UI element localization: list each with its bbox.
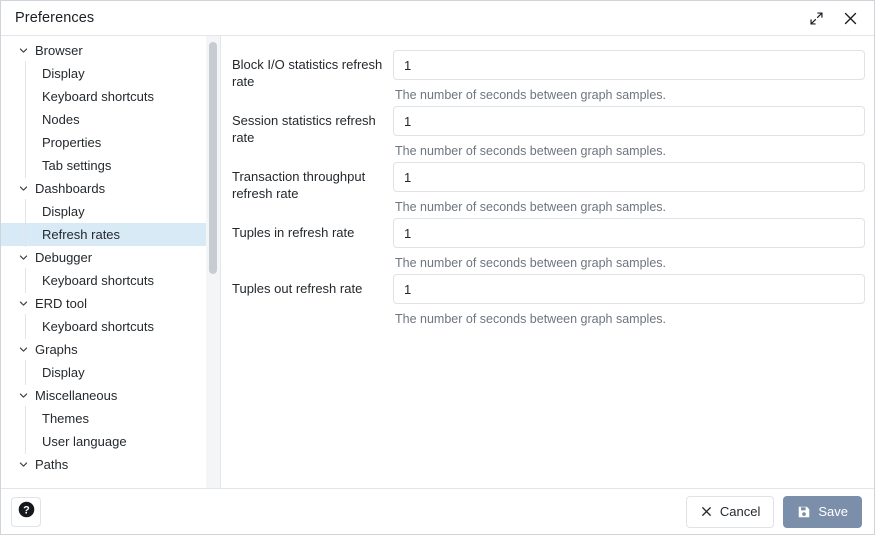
field-control: The number of seconds between graph samp… (393, 274, 865, 327)
sidebar-item-display[interactable]: Display (1, 361, 206, 384)
refresh-rate-input[interactable] (393, 162, 865, 192)
form-row: Block I/O statistics refresh rateThe num… (231, 50, 865, 103)
sidebar-item-label: Debugger (35, 250, 92, 265)
sidebar-scrollbar-track[interactable] (206, 36, 220, 488)
refresh-rate-input[interactable] (393, 218, 865, 248)
field-label: Session statistics refresh rate (231, 106, 393, 146)
sidebar-item-label: Keyboard shortcuts (42, 273, 154, 288)
svg-text:?: ? (23, 504, 30, 516)
field-label: Transaction throughput refresh rate (231, 162, 393, 202)
sidebar-scrollbar-thumb[interactable] (209, 42, 217, 274)
sidebar-item-label: Graphs (35, 342, 78, 357)
sidebar-item-label: Display (42, 365, 85, 380)
sidebar-item-label: Nodes (42, 112, 80, 127)
field-label: Tuples in refresh rate (231, 218, 393, 241)
field-label: Tuples out refresh rate (231, 274, 393, 297)
sidebar-item-user-language[interactable]: User language (1, 430, 206, 453)
sidebar-item-erd-tool[interactable]: ERD tool (1, 292, 206, 315)
sidebar-item-label: ERD tool (35, 296, 87, 311)
dialog-body: Browser Display Keyboard shortcuts Nodes Pro… (1, 36, 874, 489)
help-button[interactable]: ? (11, 497, 41, 527)
cancel-button[interactable]: Cancel (686, 496, 774, 528)
sidebar-item-label: Keyboard shortcuts (42, 319, 154, 334)
sidebar-item-display[interactable]: Display (1, 200, 206, 223)
refresh-rates-form: Block I/O statistics refresh rateThe num… (221, 36, 874, 488)
chevron-down-icon[interactable] (17, 390, 29, 402)
field-help-text: The number of seconds between graph samp… (393, 304, 865, 327)
sidebar-item-label: Refresh rates (42, 227, 120, 242)
form-row: Session statistics refresh rateThe numbe… (231, 106, 865, 159)
sidebar-item-nodes[interactable]: Nodes (1, 108, 206, 131)
sidebar-item-miscellaneous[interactable]: Miscellaneous (1, 384, 206, 407)
field-help-text: The number of seconds between graph samp… (393, 80, 865, 103)
sidebar-item-label: Miscellaneous (35, 388, 117, 403)
floppy-disk-save-icon (797, 505, 811, 519)
sidebar-item-display[interactable]: Display (1, 62, 206, 85)
field-control: The number of seconds between graph samp… (393, 106, 865, 159)
sidebar-item-label: Properties (42, 135, 101, 150)
save-button-label: Save (818, 504, 848, 519)
sidebar-item-label: Tab settings (42, 158, 111, 173)
sidebar-item-browser[interactable]: Browser (1, 39, 206, 62)
chevron-down-icon[interactable] (17, 183, 29, 195)
sidebar-item-label: Keyboard shortcuts (42, 89, 154, 104)
refresh-rate-input[interactable] (393, 50, 865, 80)
chevron-down-icon[interactable] (17, 344, 29, 356)
form-row: Tuples in refresh rateThe number of seco… (231, 218, 865, 271)
dialog-footer: ? Cancel Save (1, 489, 874, 534)
form-row: Tuples out refresh rateThe number of sec… (231, 274, 865, 327)
sidebar-item-label: Dashboards (35, 181, 105, 196)
field-label: Block I/O statistics refresh rate (231, 50, 393, 90)
save-button[interactable]: Save (783, 496, 862, 528)
field-control: The number of seconds between graph samp… (393, 50, 865, 103)
sidebar-item-label: Paths (35, 457, 68, 472)
close-icon[interactable] (836, 5, 864, 31)
question-mark-circle-icon: ? (17, 500, 36, 524)
chevron-down-icon[interactable] (17, 252, 29, 264)
chevron-down-icon[interactable] (17, 45, 29, 57)
sidebar-item-paths[interactable]: Paths (1, 453, 206, 476)
sidebar-item-label: Browser (35, 43, 83, 58)
window-controls (802, 5, 864, 31)
preferences-dialog: Preferences Browser Display Keyboard short… (0, 0, 875, 535)
chevron-down-icon[interactable] (17, 459, 29, 471)
field-help-text: The number of seconds between graph samp… (393, 192, 865, 215)
cancel-button-label: Cancel (720, 504, 760, 519)
sidebar-item-keyboard-shortcuts[interactable]: Keyboard shortcuts (1, 85, 206, 108)
x-icon (700, 505, 713, 518)
sidebar-item-tab-settings[interactable]: Tab settings (1, 154, 206, 177)
sidebar-item-graphs[interactable]: Graphs (1, 338, 206, 361)
field-help-text: The number of seconds between graph samp… (393, 136, 865, 159)
refresh-rate-input[interactable] (393, 106, 865, 136)
preferences-sidebar: Browser Display Keyboard shortcuts Nodes Pro… (1, 36, 221, 488)
field-control: The number of seconds between graph samp… (393, 218, 865, 271)
page-title: Preferences (15, 10, 802, 26)
refresh-rate-input[interactable] (393, 274, 865, 304)
sidebar-item-label: User language (42, 434, 127, 449)
field-control: The number of seconds between graph samp… (393, 162, 865, 215)
chevron-down-icon[interactable] (17, 298, 29, 310)
sidebar-item-keyboard-shortcuts[interactable]: Keyboard shortcuts (1, 315, 206, 338)
sidebar-item-dashboards[interactable]: Dashboards (1, 177, 206, 200)
sidebar-item-label: Display (42, 204, 85, 219)
title-bar: Preferences (1, 1, 874, 36)
field-help-text: The number of seconds between graph samp… (393, 248, 865, 271)
preferences-tree: Browser Display Keyboard shortcuts Nodes Pro… (1, 36, 206, 488)
maximize-diagonal-icon[interactable] (802, 5, 830, 31)
sidebar-item-debugger[interactable]: Debugger (1, 246, 206, 269)
form-row: Transaction throughput refresh rateThe n… (231, 162, 865, 215)
sidebar-item-refresh-rates[interactable]: Refresh rates (1, 223, 206, 246)
sidebar-item-label: Themes (42, 411, 89, 426)
sidebar-item-properties[interactable]: Properties (1, 131, 206, 154)
sidebar-item-label: Display (42, 66, 85, 81)
sidebar-item-keyboard-shortcuts[interactable]: Keyboard shortcuts (1, 269, 206, 292)
sidebar-item-themes[interactable]: Themes (1, 407, 206, 430)
